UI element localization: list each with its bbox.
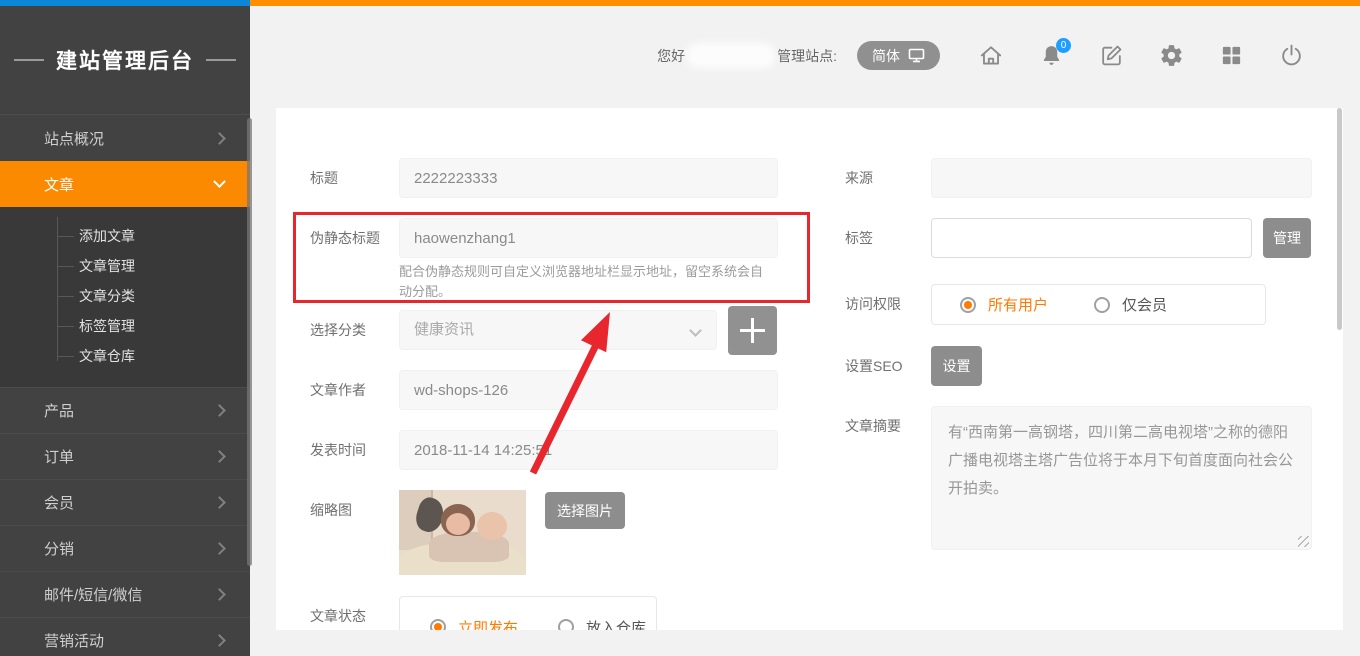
category-label: 选择分类 — [310, 310, 366, 350]
sidebar-item-label: 邮件/短信/微信 — [44, 584, 142, 605]
add-category-button[interactable] — [728, 306, 777, 355]
article-edit-panel: 标题 伪静态标题 配合伪静态规则可自定义浏览器地址栏显示地址，留空系统会自动分配… — [276, 108, 1343, 630]
title-input[interactable] — [399, 158, 778, 198]
sidebar-item-mail-sms-wechat[interactable]: 邮件/短信/微信 — [0, 571, 250, 617]
sidebar-item-site-overview[interactable]: 站点概况 — [0, 115, 250, 161]
slug-input[interactable] — [399, 218, 778, 258]
logo-dash-right — [206, 59, 236, 61]
author-input[interactable] — [399, 370, 778, 410]
author-label: 文章作者 — [310, 370, 366, 410]
submenu-item-add-article[interactable]: 添加文章 — [0, 221, 250, 251]
site-language-label: 简体 — [872, 46, 900, 66]
sidebar-item-label: 会员 — [44, 492, 74, 513]
chevron-right-icon — [213, 450, 226, 463]
slug-label: 伪静态标题 — [310, 218, 380, 258]
summary-textarea[interactable]: 有“西南第一高钢塔，四川第二高电视塔”之称的德阳广播电视塔主塔广告位将于本月下旬… — [931, 406, 1312, 550]
status-publish-radio[interactable]: 立即发布 — [430, 617, 518, 631]
sidebar-item-articles[interactable]: 文章 — [0, 161, 250, 207]
radio-icon — [960, 297, 976, 313]
status-label: 文章状态 — [310, 596, 366, 630]
sidebar-item-products[interactable]: 产品 — [0, 387, 250, 433]
summary-label: 文章摘要 — [845, 406, 901, 446]
access-radio-group: 所有用户 仅会员 — [931, 284, 1266, 325]
edit-icon[interactable] — [1098, 43, 1124, 69]
settings-gear-icon[interactable] — [1158, 43, 1184, 69]
notifications-bell-icon[interactable]: 0 — [1038, 43, 1064, 69]
thumbnail-label: 缩略图 — [310, 490, 352, 530]
panel-scrollbar[interactable] — [1337, 108, 1342, 330]
radio-icon — [1094, 297, 1110, 313]
apps-grid-icon[interactable] — [1218, 43, 1244, 69]
notification-badge: 0 — [1056, 38, 1071, 53]
submenu-item-article-warehouse[interactable]: 文章仓库 — [0, 341, 250, 371]
sidebar-item-label: 站点概况 — [44, 128, 104, 149]
chevron-down-icon — [213, 175, 226, 188]
slug-hint: 配合伪静态规则可自定义浏览器地址栏显示地址，留空系统会自动分配。 — [399, 262, 775, 302]
articles-submenu: 添加文章 文章管理 文章分类 标签管理 文章仓库 — [0, 207, 250, 387]
radio-icon — [430, 619, 446, 630]
manage-tags-button[interactable]: 管理 — [1263, 218, 1311, 258]
title-label: 标题 — [310, 158, 338, 198]
chevron-down-icon — [689, 324, 702, 337]
site-language-button[interactable]: 简体 — [857, 41, 940, 70]
chevron-right-icon — [213, 404, 226, 417]
chevron-right-icon — [213, 132, 226, 145]
status-radio-group: 立即发布 放入仓库 — [399, 596, 657, 630]
source-label: 来源 — [845, 158, 873, 198]
sidebar-nav: 站点概况 文章 添加文章 文章管理 文章分类 标签管理 文章仓库 产品 订单 会… — [0, 114, 250, 656]
category-select[interactable]: 健康资讯 — [399, 310, 717, 350]
tags-label: 标签 — [845, 218, 873, 258]
category-selected-value: 健康资讯 — [414, 321, 474, 338]
home-icon[interactable] — [978, 43, 1004, 69]
chevron-right-icon — [213, 588, 226, 601]
choose-image-button[interactable]: 选择图片 — [545, 492, 625, 529]
seo-settings-button[interactable]: 设置 — [931, 346, 982, 386]
sidebar-item-label: 文章 — [44, 174, 74, 195]
topbar-icons: 0 — [978, 43, 1304, 69]
tags-input[interactable] — [931, 218, 1252, 258]
sidebar-item-marketing[interactable]: 营销活动 — [0, 617, 250, 656]
sidebar-item-members[interactable]: 会员 — [0, 479, 250, 525]
chevron-right-icon — [213, 496, 226, 509]
publish-time-input[interactable] — [399, 430, 778, 470]
monitor-icon — [908, 48, 925, 63]
chevron-right-icon — [213, 634, 226, 647]
power-logout-icon[interactable] — [1278, 43, 1304, 69]
access-label: 访问权限 — [845, 284, 901, 324]
sidebar-item-label: 订单 — [44, 446, 74, 467]
sidebar-item-distribution[interactable]: 分销 — [0, 525, 250, 571]
sidebar-item-label: 分销 — [44, 538, 74, 559]
app-title: 建站管理后台 — [56, 45, 194, 75]
sidebar-item-label: 营销活动 — [44, 630, 104, 651]
publish-time-label: 发表时间 — [310, 430, 366, 470]
logo-dash-left — [14, 59, 44, 61]
status-warehouse-radio[interactable]: 放入仓库 — [558, 617, 646, 631]
sidebar-item-orders[interactable]: 订单 — [0, 433, 250, 479]
sidebar: 建站管理后台 站点概况 文章 添加文章 文章管理 文章分类 标签管理 文章仓库 … — [0, 6, 250, 656]
manage-site-label: 管理站点: — [777, 46, 837, 66]
access-members-only-radio[interactable]: 仅会员 — [1094, 294, 1167, 315]
topbar: 您好 管理站点: 简体 0 — [250, 6, 1360, 105]
access-all-users-radio[interactable]: 所有用户 — [960, 294, 1048, 315]
seo-label: 设置SEO — [845, 346, 903, 386]
submenu-item-tag-manage[interactable]: 标签管理 — [0, 311, 250, 341]
user-greeting: 您好 管理站点: — [657, 46, 837, 66]
sidebar-scrollbar[interactable] — [247, 118, 252, 566]
greeting-text: 您好 — [657, 46, 685, 66]
chevron-right-icon — [213, 542, 226, 555]
radio-icon — [558, 619, 574, 630]
submenu-item-article-manage[interactable]: 文章管理 — [0, 251, 250, 281]
submenu-item-article-category[interactable]: 文章分类 — [0, 281, 250, 311]
source-input[interactable] — [931, 158, 1312, 198]
app-logo: 建站管理后台 — [0, 6, 250, 114]
textarea-resize-handle[interactable] — [1298, 536, 1309, 547]
username-redacted — [691, 48, 771, 63]
sidebar-item-label: 产品 — [44, 400, 74, 421]
thumbnail-image[interactable] — [399, 490, 526, 575]
